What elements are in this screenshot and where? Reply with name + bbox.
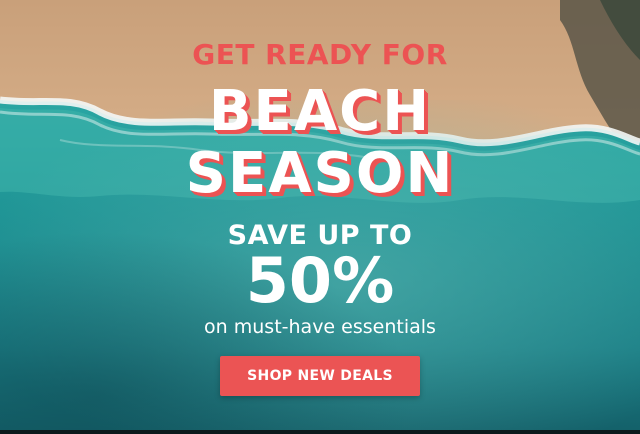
headline-beach: BEACH bbox=[208, 79, 432, 144]
bottom-divider bbox=[0, 430, 640, 434]
headline-season: SEASON bbox=[185, 141, 455, 206]
beach-season-banner[interactable]: GET READY FOR BEACH SEASON SAVE UP TO 50… bbox=[0, 0, 640, 430]
essentials-subtext: on must-have essentials bbox=[204, 316, 436, 338]
discount-percent: 50% bbox=[245, 244, 395, 317]
headline-get-ready: GET READY FOR bbox=[192, 38, 448, 71]
shop-new-deals-button[interactable]: SHOP NEW DEALS bbox=[220, 356, 420, 396]
